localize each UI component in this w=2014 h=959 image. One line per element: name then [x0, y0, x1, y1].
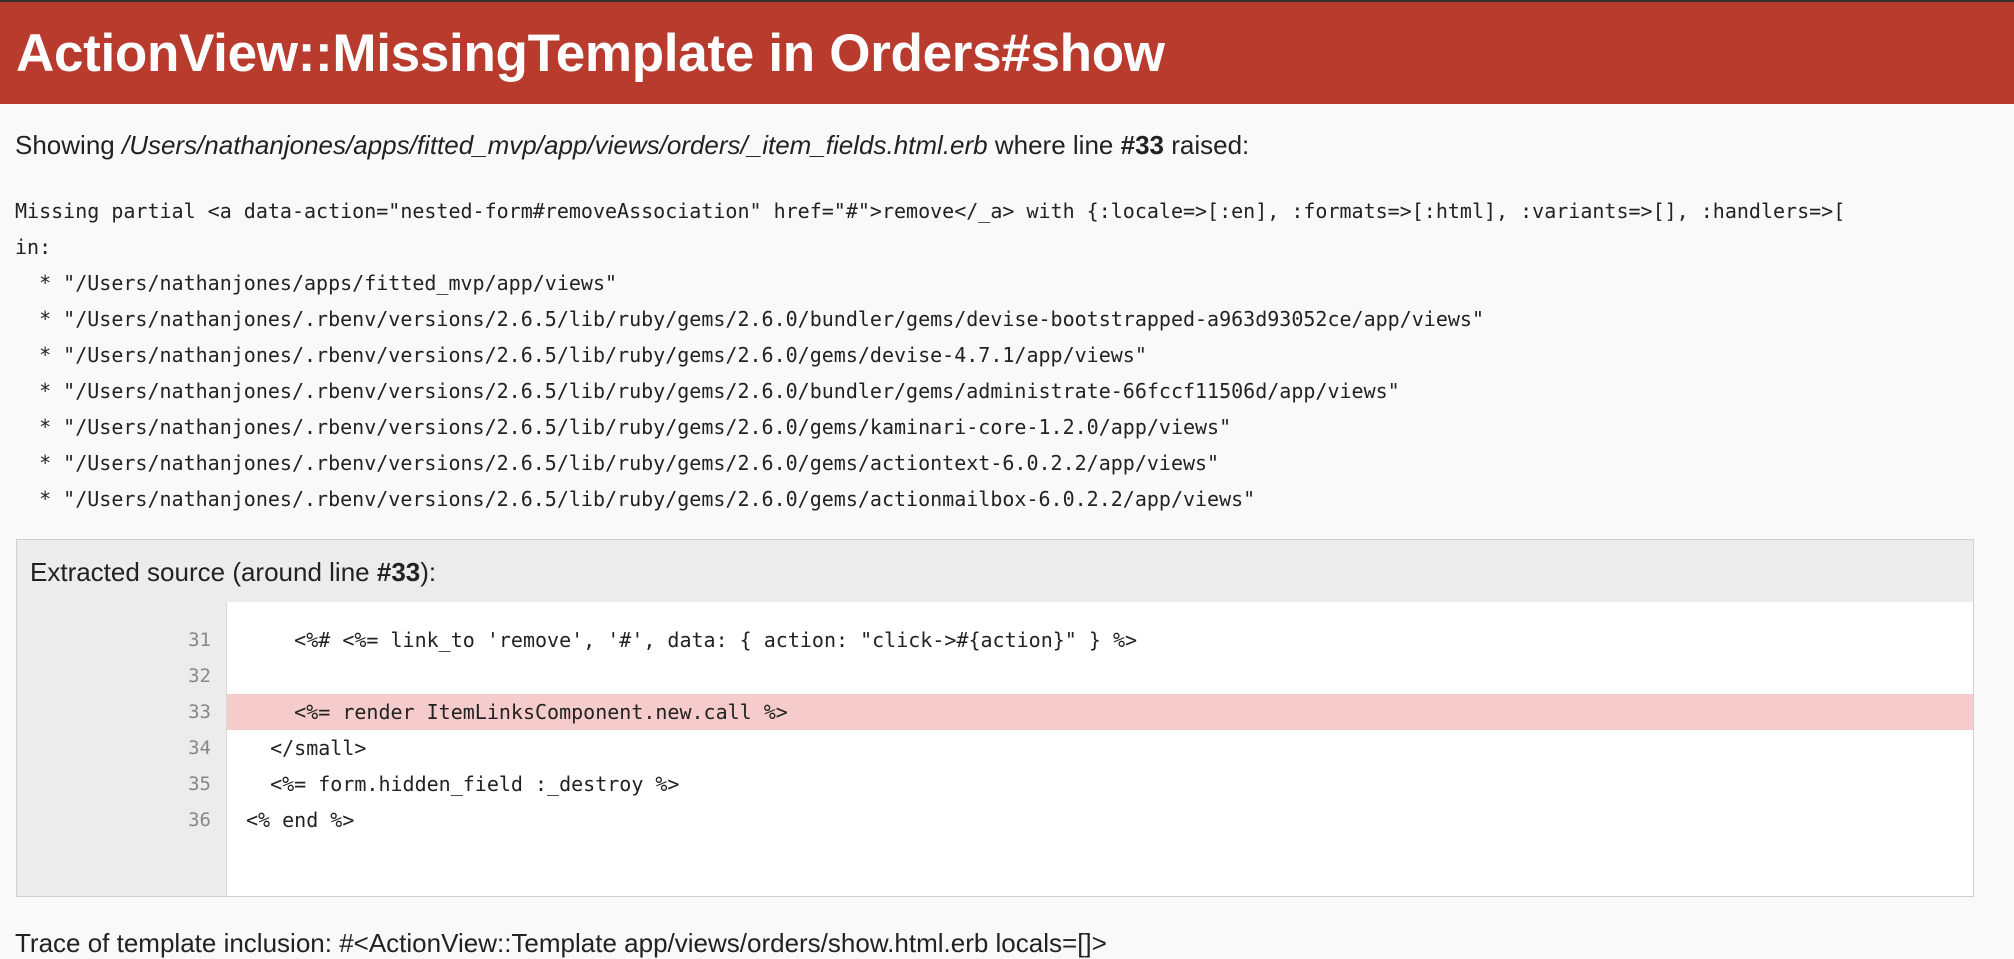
message-line: * "/Users/nathanjones/apps/fitted_mvp/ap… — [15, 271, 618, 295]
highlighted-code-line: <%= render ItemLinksComponent.new.call %… — [227, 694, 1973, 730]
message-line: Missing partial <a data-action="nested-f… — [15, 199, 1846, 223]
source-title-line: #33 — [376, 557, 421, 587]
code-line: </small> — [246, 736, 367, 760]
source-title-prefix: Extracted source (around line — [30, 557, 370, 587]
showing-middle: where line — [994, 130, 1114, 160]
source-code-area: 31 32 33 34 35 36 <%# <%= link_to 'remov… — [17, 602, 1973, 896]
message-line: * "/Users/nathanjones/.rbenv/versions/2.… — [15, 487, 1256, 511]
showing-suffix: raised: — [1171, 130, 1250, 160]
message-line: * "/Users/nathanjones/.rbenv/versions/2.… — [15, 379, 1400, 403]
message-line: * "/Users/nathanjones/.rbenv/versions/2.… — [15, 451, 1220, 475]
line-number: 35 — [188, 773, 211, 795]
message-line: * "/Users/nathanjones/.rbenv/versions/2.… — [15, 415, 1232, 439]
line-number: 31 — [188, 629, 211, 651]
showing-prefix: Showing — [15, 130, 115, 160]
line-number: 34 — [188, 737, 211, 759]
error-message: Missing partial <a data-action="nested-f… — [15, 193, 1845, 517]
line-number: 32 — [188, 665, 211, 687]
page-title: ActionView::MissingTemplate in Orders#sh… — [16, 23, 1165, 83]
line-number: 36 — [188, 809, 211, 831]
error-header: ActionView::MissingTemplate in Orders#sh… — [0, 2, 2014, 104]
error-line-number: #33 — [1120, 130, 1164, 160]
extracted-source-title: Extracted source (around line #33): — [17, 540, 1973, 602]
template-path: /Users/nathanjones/apps/fitted_mvp/app/v… — [121, 130, 988, 160]
showing-line: Showing /Users/nathanjones/apps/fitted_m… — [15, 130, 1249, 161]
line-number: 33 — [188, 701, 211, 723]
template-trace: Trace of template inclusion: #<ActionVie… — [15, 928, 1107, 958]
line-number-gutter: 31 32 33 34 35 36 — [17, 602, 227, 896]
code-lines: <%# <%= link_to 'remove', '#', data: { a… — [227, 602, 1973, 896]
message-line: in: — [15, 235, 52, 259]
message-line: * "/Users/nathanjones/.rbenv/versions/2.… — [15, 307, 1485, 331]
code-line: <%# <%= link_to 'remove', '#', data: { a… — [246, 628, 1138, 652]
source-title-suffix: ): — [420, 557, 437, 587]
code-line: <% end %> — [246, 808, 355, 832]
code-line: <%= form.hidden_field :_destroy %> — [246, 772, 680, 796]
extracted-source-panel: Extracted source (around line #33): 31 3… — [16, 539, 1974, 897]
message-line: * "/Users/nathanjones/.rbenv/versions/2.… — [15, 343, 1147, 367]
